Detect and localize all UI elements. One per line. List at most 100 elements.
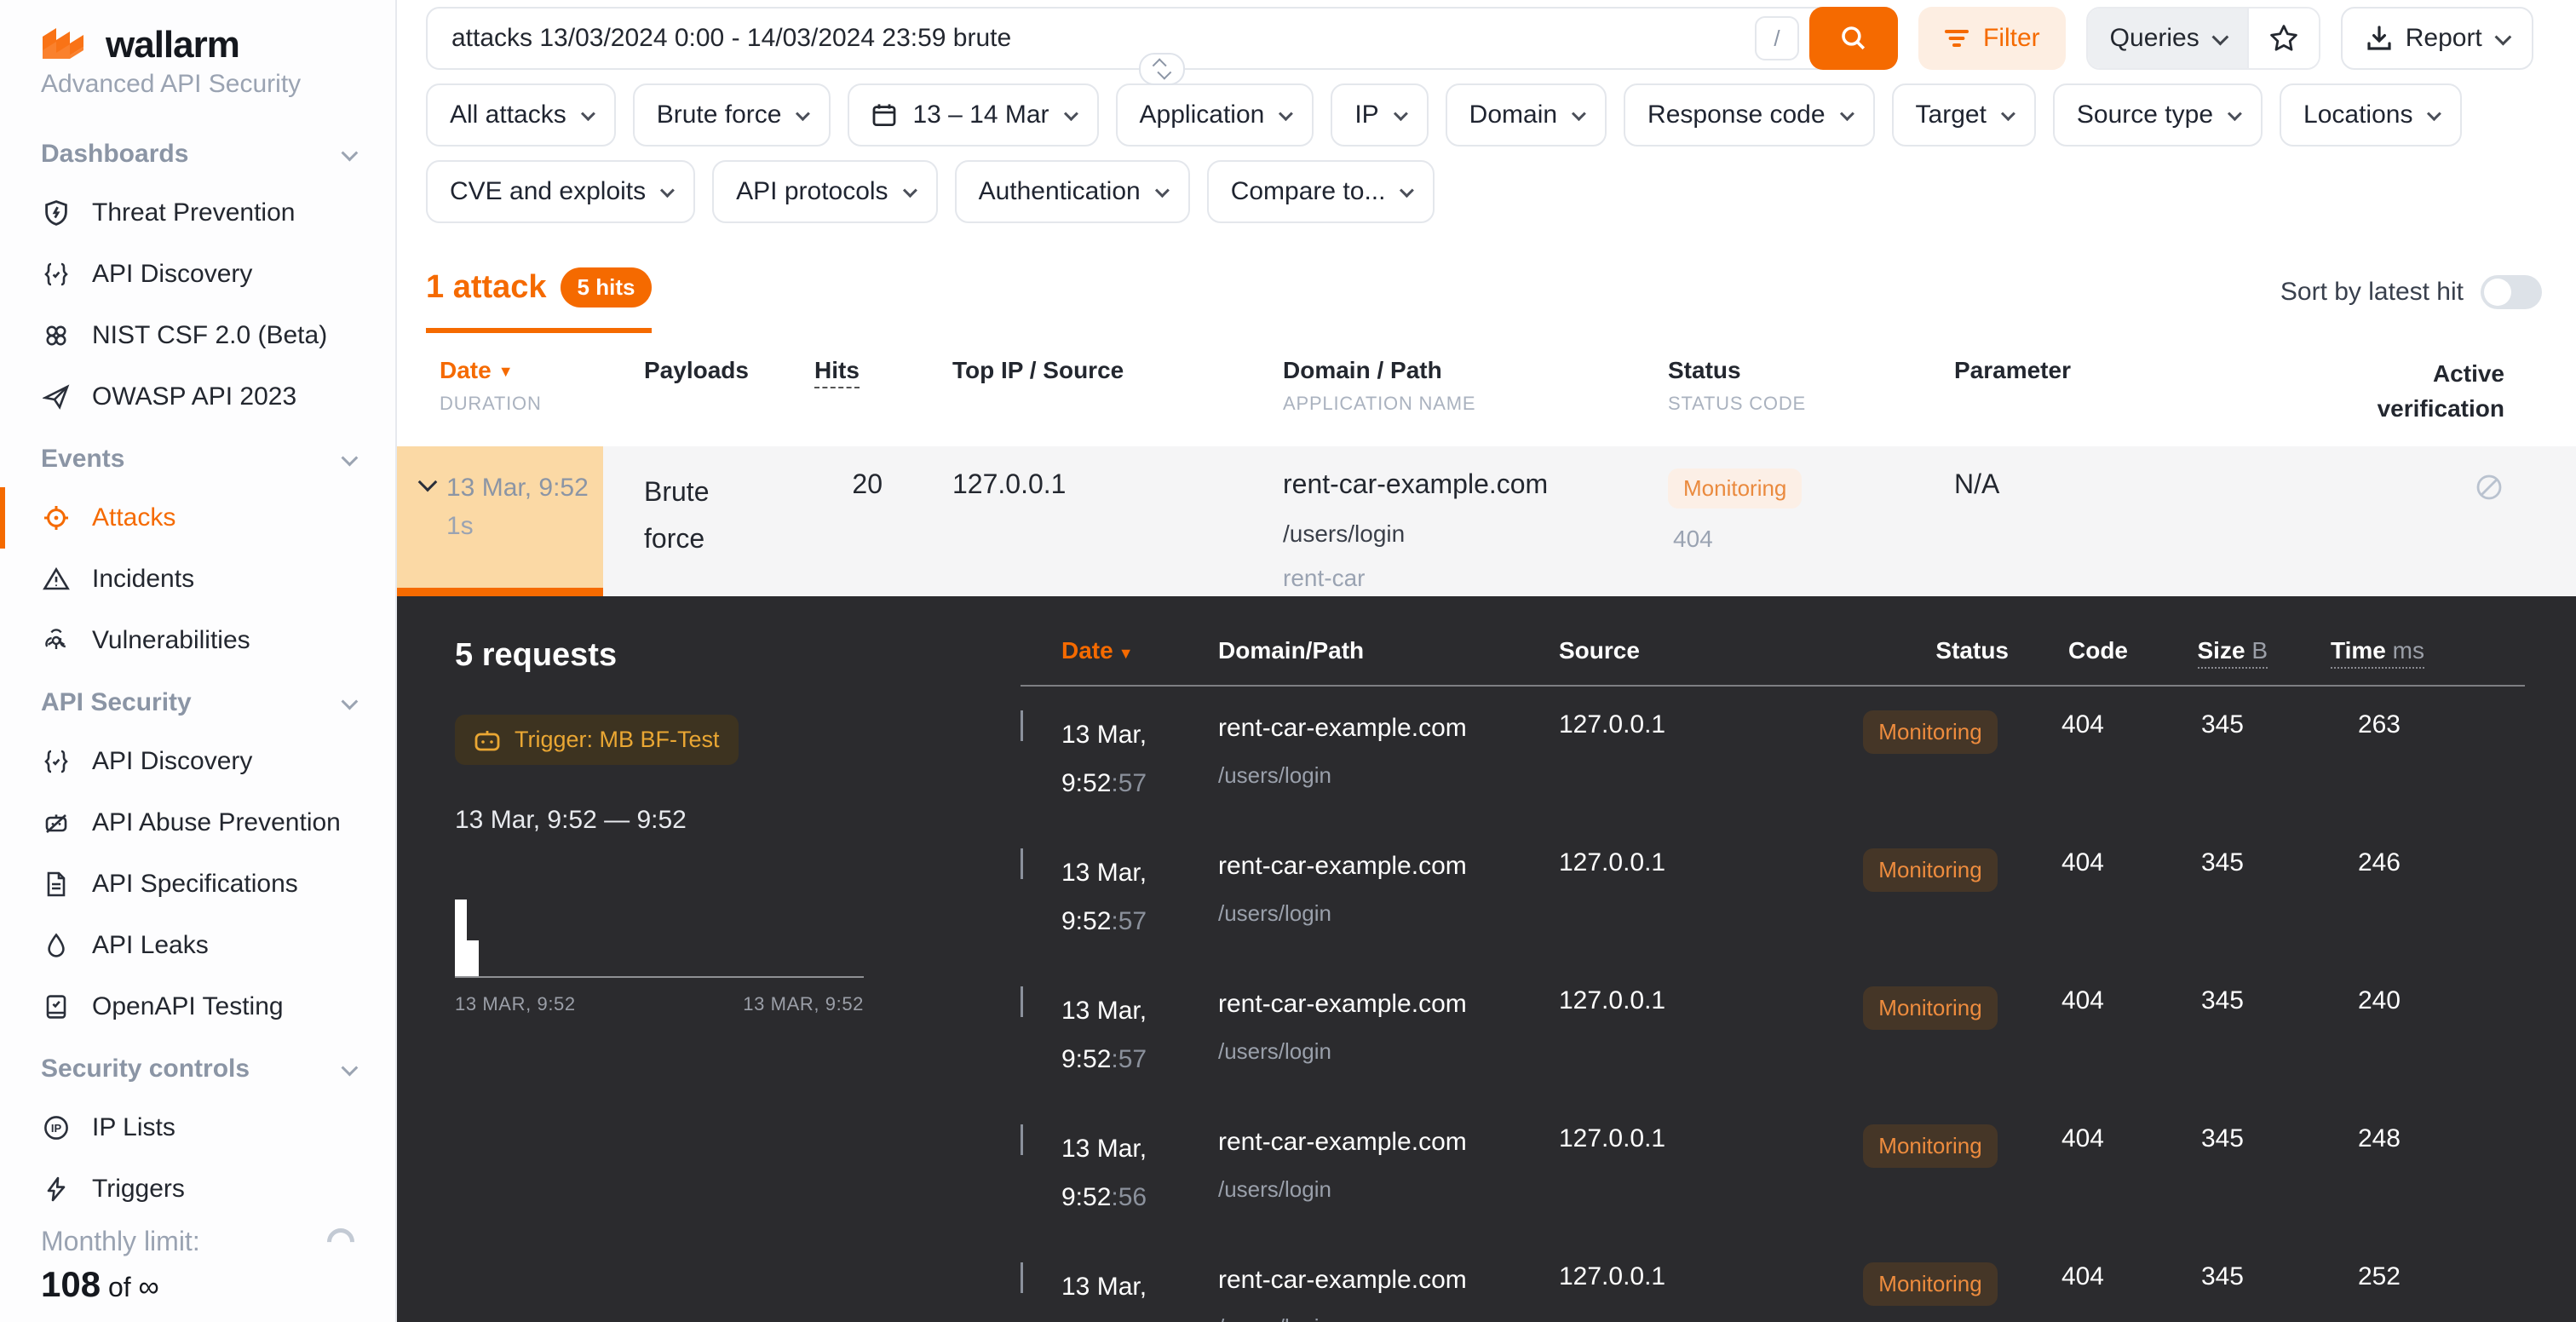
chevron-right-icon[interactable] [1021,848,1023,879]
chip-compare-to[interactable]: Compare to... [1207,160,1435,223]
queries-button-label: Queries [2110,24,2199,53]
sidebar-item-attacks[interactable]: Attacks [0,487,395,549]
header-label: Date [440,357,492,383]
attacks-count-tab[interactable]: 1 attack 5 hits [426,267,652,333]
header-label: Domain/Path [1218,637,1364,664]
chip-cve-exploits[interactable]: CVE and exploits [426,160,695,223]
chevron-right-icon[interactable] [1021,710,1023,741]
column-header-active-verification: Active verification [2320,357,2576,426]
histogram-end-label: 13 MAR, 9:52 [743,993,864,1015]
sort-label: Sort by latest hit [2280,278,2464,307]
request-date: 13 Mar, 9:52:57 [1061,848,1218,946]
request-size: 345 [2128,1262,2268,1291]
sidebar-item-openapi-testing[interactable]: OpenAPI Testing [0,976,395,1037]
request-size: 345 [2128,986,2268,1015]
section-events[interactable]: Events [0,428,395,487]
request-row[interactable]: 13 Mar, 9:52:57 rent-car-example.com /us… [1021,963,2525,1101]
search-expander[interactable] [1139,53,1185,85]
sidebar-item-triggers[interactable]: Triggers [0,1158,395,1220]
section-label: Dashboards [41,140,188,169]
chevron-right-icon[interactable] [1021,986,1023,1017]
chevron-right-icon[interactable] [1021,1262,1023,1293]
request-row[interactable]: 13 Mar, 9:52:56 rent-car-example.com /us… [1021,1239,2525,1322]
braces-icon [41,748,72,775]
request-path: /users/login [1218,1174,1559,1204]
column-header-hits[interactable]: Hits [814,357,913,426]
brand-logo[interactable]: wallarm [0,24,395,66]
attack-domain: rent-car-example.com [1283,468,1632,500]
chip-response-code[interactable]: Response code [1624,83,1874,147]
chip-application[interactable]: Application [1116,83,1314,147]
attack-row-date-cell[interactable]: 13 Mar, 9:52 1s [397,446,603,596]
column-header-domain: Domain / Path APPLICATION NAME [1247,357,1632,426]
detail-left-column: 5 requests Trigger: MB BF-Test 13 Mar, 9… [455,637,966,1322]
chevron-right-icon[interactable] [1021,1124,1023,1155]
favorite-star-button[interactable] [2247,9,2319,68]
sidebar-item-owasp-api[interactable]: OWASP API 2023 [0,366,395,428]
droplet-icon [41,932,72,959]
search-input[interactable] [428,24,1755,53]
sidebar-item-api-discovery-2[interactable]: API Discovery [0,731,395,792]
search-button[interactable] [1809,7,1898,70]
section-label: API Security [41,688,192,717]
chip-api-protocols[interactable]: API protocols [712,160,937,223]
section-api-security[interactable]: API Security [0,671,395,731]
column-header-date[interactable]: Date▼ DURATION [397,357,603,426]
chip-ip[interactable]: IP [1331,83,1428,147]
sidebar-item-nist-csf[interactable]: NIST CSF 2.0 (Beta) [0,305,395,366]
sort-desc-icon: ▼ [498,363,514,381]
clover-icon [41,322,72,349]
filter-chips-row-2: CVE and exploits API protocols Authentic… [397,147,2576,223]
column-header-date[interactable]: Date▼ [1061,637,1218,664]
attack-active-verification-cell [2320,446,2576,509]
request-code: 404 [2009,1262,2128,1291]
chevron-down-icon [2001,106,2015,121]
report-button[interactable]: Report [2341,7,2533,70]
sidebar-item-threat-prevention[interactable]: Threat Prevention [0,182,395,244]
section-dashboards[interactable]: Dashboards [0,123,395,182]
chip-all-attacks[interactable]: All attacks [426,83,616,147]
sidebar-item-vulnerabilities[interactable]: Vulnerabilities [0,610,395,671]
section-security-controls[interactable]: Security controls [0,1037,395,1097]
attack-row[interactable]: 13 Mar, 9:52 1s Brute force 20 127.0.0.1… [397,446,2576,596]
request-row[interactable]: 13 Mar, 9:52:57 rent-car-example.com /us… [1021,825,2525,963]
sidebar-item-api-specifications[interactable]: API Specifications [0,854,395,915]
header-label: Domain / Path [1283,357,1442,383]
chevron-down-icon [796,106,810,121]
main-content: / Filter Queries R [397,0,2576,1322]
chip-brute-force[interactable]: Brute force [633,83,831,147]
column-header-code: Code [2009,637,2128,664]
sidebar-item-ip-lists[interactable]: IP IP Lists [0,1097,395,1158]
app-root: wallarm Advanced API Security Dashboards… [0,0,2576,1322]
search-icon [1839,24,1868,53]
column-header-time[interactable]: Time ms [2268,637,2424,664]
sidebar-item-api-discovery[interactable]: API Discovery [0,244,395,305]
chip-target[interactable]: Target [1892,83,2036,147]
column-header-payloads: Payloads [603,357,814,426]
request-row[interactable]: 13 Mar, 9:52:57 rent-car-example.com /us… [1021,687,2525,825]
queries-button[interactable]: Queries [2088,9,2247,68]
chip-source-type[interactable]: Source type [2053,83,2263,147]
chevron-down-icon [342,693,359,710]
braces-icon [41,261,72,288]
chip-locations[interactable]: Locations [2280,83,2462,147]
chevron-down-icon [660,183,675,198]
request-row[interactable]: 13 Mar, 9:52:56 rent-car-example.com /us… [1021,1101,2525,1239]
trigger-chip[interactable]: Trigger: MB BF-Test [455,715,739,765]
request-path: /users/login [1218,760,1559,790]
chip-authentication[interactable]: Authentication [955,160,1190,223]
monthly-limit-widget: Monthly limit: 108 of ∞ [0,1226,395,1305]
header-label: Source [1559,637,1640,664]
header-label: Size [2198,637,2245,664]
sidebar-item-api-abuse-prevention[interactable]: API Abuse Prevention [0,792,395,854]
sort-toggle[interactable] [2481,275,2542,309]
column-header-size[interactable]: Size B [2128,637,2268,664]
sidebar-item-api-leaks[interactable]: API Leaks [0,915,395,976]
chip-date-range[interactable]: 13 – 14 Mar [848,83,1098,147]
filter-button[interactable]: Filter [1918,7,2066,70]
sidebar-item-incidents[interactable]: Incidents [0,549,395,610]
book-check-icon [41,993,72,1020]
chip-domain[interactable]: Domain [1446,83,1607,147]
header-label: Parameter [1954,357,2071,383]
attack-top-ip: 127.0.0.1 [913,446,1247,500]
